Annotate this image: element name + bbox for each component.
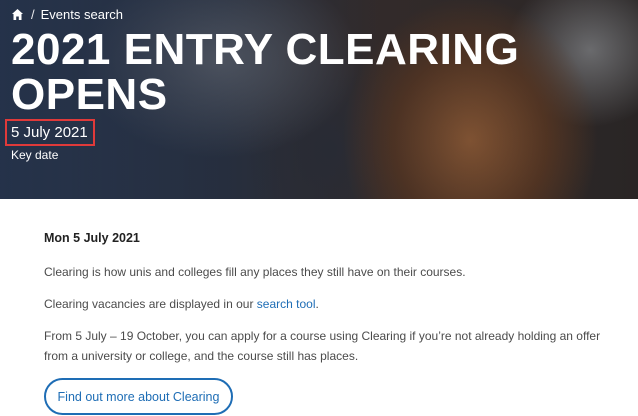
event-details: Mon 5 July 2021 Clearing is how unis and… <box>44 230 604 378</box>
vacancies-text: Clearing vacancies are displayed in our <box>44 297 257 311</box>
event-day-heading: Mon 5 July 2021 <box>44 231 140 245</box>
date-type-label: Key date <box>11 148 59 162</box>
breadcrumb-events-search[interactable]: Events search <box>41 7 123 22</box>
search-tool-link[interactable]: search tool <box>257 297 316 311</box>
home-icon[interactable] <box>11 8 24 21</box>
find-out-more-button[interactable]: Find out more about Clearing <box>44 378 233 415</box>
breadcrumb-separator: / <box>31 7 35 22</box>
page-title: 2021 ENTRY CLEARING OPENS <box>11 25 520 119</box>
vacancies-text-end: . <box>315 297 319 311</box>
breadcrumb: / Events search <box>11 7 123 22</box>
vacancies-paragraph: Clearing vacancies are displayed in our … <box>44 294 604 314</box>
event-date: 5 July 2021 <box>11 124 88 141</box>
clearing-description: Clearing is how unis and colleges fill a… <box>44 265 466 279</box>
eligibility-paragraph: From 5 July – 19 October, you can apply … <box>44 329 601 363</box>
hero-banner: / Events search 2021 ENTRY CLEARING OPEN… <box>0 0 638 199</box>
